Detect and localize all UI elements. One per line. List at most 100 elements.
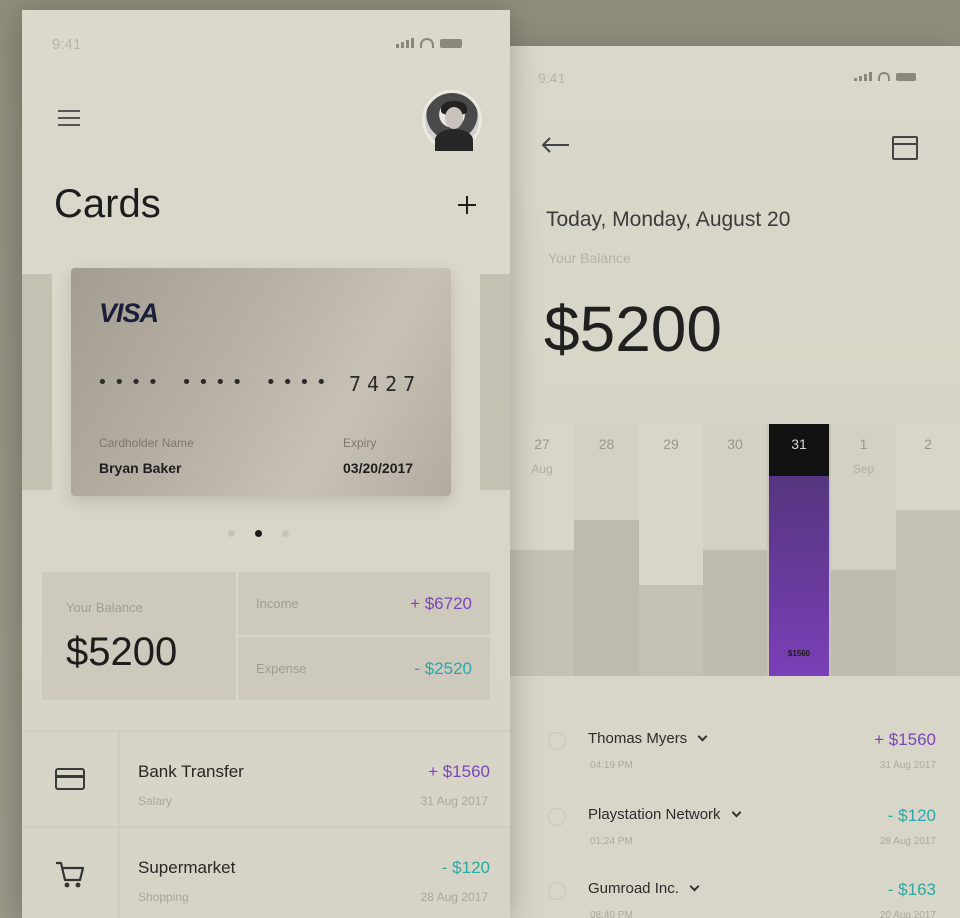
card-brand-logo: VISA (99, 298, 159, 328)
cardholder-label: Cardholder Name (99, 436, 194, 450)
daily-balance-chart: 27 Aug 28 29 30 $1560 31 1 Sep 2 (510, 424, 960, 676)
status-icons (854, 72, 916, 81)
cards-screen: 9:41 Cards VISA •••• •••• •••• 7427 Card… (22, 10, 510, 918)
balance-amount: $5200 (66, 630, 178, 674)
chart-day-column[interactable]: 2 (896, 424, 960, 676)
back-arrow-icon[interactable] (540, 136, 570, 154)
previous-card-peek[interactable] (22, 274, 52, 490)
chart-day-label: 30 (727, 436, 743, 452)
chart-day-label: 29 (663, 436, 679, 452)
carousel-dot-active[interactable] (255, 530, 262, 537)
balance-label: Your Balance (548, 250, 631, 266)
chart-day-label: 28 (598, 436, 615, 452)
page-title: Cards (54, 182, 161, 226)
transaction-date: 28 Aug 2017 (420, 890, 488, 904)
cardholder-name: Bryan Baker (99, 460, 182, 476)
transaction-name: Thomas Myers (588, 730, 688, 747)
recent-transactions-list: Thomas Myers 04:19 PM + $1560 31 Aug 201… (510, 676, 960, 918)
chart-bar (510, 550, 574, 676)
date-heading: Today, Monday, August 20 (546, 208, 791, 231)
transaction-date: 20 Aug 2017 (879, 910, 936, 918)
expiry-value: 03/20/2017 (343, 460, 414, 476)
chart-bar (896, 510, 960, 676)
chart-day-label: 27 (534, 436, 550, 452)
chart-day-label: 1 (859, 436, 868, 452)
wifi-icon (878, 72, 890, 81)
transaction-row[interactable]: Gumroad Inc. 08:40 PM - $163 20 Aug 2017 (510, 872, 960, 918)
card-number-mask: •••• •••• •••• (97, 372, 333, 393)
chart-bar (831, 570, 896, 676)
transaction-list: Bank Transfer Salary + $1560 31 Aug 2017… (22, 730, 510, 918)
balance-label: Your Balance (66, 600, 143, 615)
signal-icon (854, 72, 872, 81)
transaction-row[interactable]: Thomas Myers 04:19 PM + $1560 31 Aug 201… (510, 722, 960, 796)
chevron-down-icon[interactable] (697, 731, 708, 742)
chevron-down-icon[interactable] (731, 807, 742, 818)
chart-day-column-selected[interactable]: $1560 31 (769, 424, 829, 676)
transaction-date: 28 Aug 2017 (879, 836, 936, 847)
transaction-time: 04:19 PM (590, 760, 633, 771)
chart-day-label: 31 (791, 436, 807, 452)
status-time: 9:41 (538, 70, 566, 86)
menu-icon[interactable] (58, 110, 80, 126)
expiry-label: Expiry (343, 436, 377, 450)
credit-card-icon (55, 768, 85, 790)
transaction-row[interactable]: Playstation Network 01:24 PM - $120 28 A… (510, 798, 960, 872)
transaction-time: 08:40 PM (590, 910, 633, 918)
income-label: Income (256, 596, 299, 611)
chart-day-column[interactable]: 1 Sep (831, 424, 896, 676)
calendar-icon[interactable] (892, 136, 918, 160)
transaction-category: Salary (138, 794, 173, 808)
shopping-cart-icon (54, 860, 86, 890)
transaction-date: 31 Aug 2017 (879, 760, 936, 771)
income-amount: + $6720 (410, 593, 472, 613)
signal-icon (396, 38, 414, 48)
expense-label: Expense (256, 661, 307, 676)
status-dot-icon (548, 732, 566, 750)
chart-day-column[interactable]: 29 (639, 424, 703, 676)
card-last-four: 7427 (349, 372, 422, 396)
chart-month-label: Sep (852, 462, 875, 476)
status-dot-icon (548, 808, 566, 826)
status-time: 9:41 (52, 36, 82, 53)
transaction-time: 01:24 PM (590, 836, 633, 847)
chart-day-column[interactable]: 28 (574, 424, 639, 676)
carousel-dot[interactable] (228, 530, 235, 537)
transaction-row[interactable]: Supermarket Shopping - $120 28 Aug 2017 (22, 826, 510, 918)
carousel-dot[interactable] (282, 530, 289, 537)
income-row: Income + $6720 (238, 572, 490, 637)
chart-day-column[interactable]: 27 Aug (510, 424, 574, 676)
transaction-row[interactable]: Bank Transfer Salary + $1560 31 Aug 2017 (22, 730, 510, 826)
chevron-down-icon[interactable] (689, 881, 700, 892)
balance-summary: Your Balance $5200 Income + $6720 Expens… (42, 572, 490, 700)
transaction-name: Playstation Network (588, 806, 721, 823)
wifi-icon (420, 38, 434, 48)
expense-amount: - $2520 (414, 658, 472, 678)
transaction-date: 31 Aug 2017 (420, 794, 488, 808)
chart-month-label: Aug (531, 462, 553, 476)
balance-amount: $5200 (544, 293, 722, 365)
balance-screen: 9:41 Today, Monday, August 20 Your Balan… (510, 46, 960, 918)
expense-row: Expense - $2520 (238, 637, 490, 700)
chart-bar (639, 585, 703, 676)
transaction-amount: - $163 (887, 880, 936, 899)
transaction-amount: + $1560 (874, 730, 936, 749)
status-icons (396, 38, 462, 48)
avatar[interactable] (422, 90, 482, 151)
battery-icon (896, 73, 916, 81)
transaction-category: Shopping (138, 890, 189, 904)
transaction-title: Bank Transfer (138, 762, 244, 781)
transaction-name: Gumroad Inc. (588, 880, 679, 897)
chart-day-label: 2 (924, 436, 932, 452)
chart-day-column[interactable]: 30 (703, 424, 767, 676)
transaction-title: Supermarket (138, 858, 236, 877)
chart-selected-value: $1560 (787, 649, 811, 658)
chart-bar-selected (769, 476, 829, 676)
battery-icon (440, 39, 462, 48)
next-card-peek[interactable] (480, 274, 510, 490)
status-dot-icon (548, 882, 566, 900)
transaction-amount: - $120 (441, 858, 490, 877)
add-card-plus-icon[interactable] (458, 196, 476, 214)
credit-card[interactable]: VISA •••• •••• •••• 7427 Cardholder Name… (71, 268, 451, 496)
transaction-amount: + $1560 (428, 762, 490, 781)
